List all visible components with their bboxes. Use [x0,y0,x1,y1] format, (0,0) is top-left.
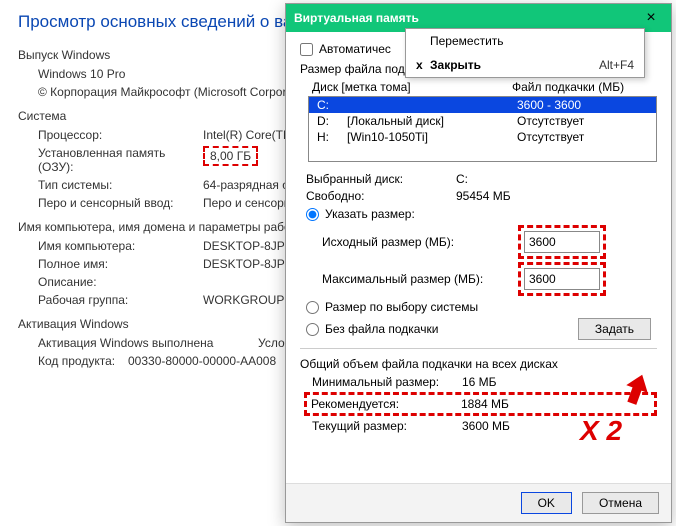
ram-value: 8,00 ГБ [203,146,258,174]
max-size-input[interactable] [524,268,600,290]
systype-label: Тип системы: [38,178,203,192]
disk-list[interactable]: C:3600 - 3600 D:[Локальный диск]Отсутств… [308,96,657,162]
cancel-button[interactable]: Отмена [582,492,659,514]
cname-label: Имя компьютера: [38,239,203,253]
list-item[interactable]: H:[Win10-1050Ti]Отсутствует [309,129,656,145]
window-system-menu[interactable]: Переместить xЗакрытьAlt+F4 [405,28,645,78]
selected-disk-label: Выбранный диск: [306,172,456,186]
wg-value: WORKGROUP [203,293,284,307]
free-label: Свободно: [306,189,456,203]
radio-no-pagefile-label: Без файла подкачки [325,322,438,336]
ok-button[interactable]: OK [521,492,572,514]
min-label: Минимальный размер: [312,375,462,389]
row-initial-size: Исходный размер (МБ): [322,225,657,259]
rec-label: Рекомендуется: [311,397,461,411]
row-min-size: Минимальный размер:16 МБ [312,375,657,389]
radio-system-managed[interactable] [306,301,319,314]
radio-no-pagefile-row: Без файла подкачки [306,322,578,336]
list-item[interactable]: C:3600 - 3600 [309,97,656,113]
pid-label: Код продукта: [38,354,128,368]
ram-highlight: 8,00 ГБ [203,146,258,166]
close-icon: x [416,58,430,72]
activation-status: Активация Windows выполнена [38,336,258,350]
cur-label: Текущий размер: [312,419,462,433]
radio-custom-size-row: Указать размер: [306,207,657,221]
initial-size-highlight [518,225,606,259]
row-max-size: Максимальный размер (МБ): [322,262,657,296]
list-item[interactable]: D:[Локальный диск]Отсутствует [309,113,656,129]
pen-label: Перо и сенсорный ввод: [38,196,203,210]
initial-size-label: Исходный размер (МБ): [322,235,518,249]
radio-system-managed-label: Размер по выбору системы [325,300,478,314]
recommended-highlight: Рекомендуется:1884 МБ [304,392,657,416]
min-value: 16 МБ [462,375,497,389]
annotation-arrow-icon [618,370,656,408]
cur-value: 3600 МБ [462,419,510,433]
row-free-space: Свободно:95454 МБ [306,189,657,203]
auto-manage-label: Автоматичес [319,42,391,56]
total-size-label: Общий объем файла подкачки на всех диска… [300,357,657,371]
radio-custom-size[interactable] [306,208,319,221]
col-disk: Диск [метка тома] [312,80,512,94]
menu-item-close[interactable]: xЗакрытьAlt+F4 [406,53,644,77]
divider [300,348,657,349]
rec-value: 1884 МБ [461,397,509,411]
menu-item-move[interactable]: Переместить [406,29,644,53]
shortcut-label: Alt+F4 [599,58,634,72]
selected-disk-value: C: [456,172,468,186]
close-icon[interactable]: × [631,9,671,27]
set-button[interactable]: Задать [578,318,651,340]
initial-size-input[interactable] [524,231,600,253]
dialog-title: Виртуальная память [294,11,631,25]
disk-list-header: Диск [метка тома] Файл подкачки (МБ) [312,80,657,94]
annotation-x2-label: X 2 [580,415,622,447]
desc-label: Описание: [38,275,203,289]
radio-no-pagefile[interactable] [306,323,319,336]
radio-system-managed-row: Размер по выбору системы [306,300,657,314]
fname-label: Полное имя: [38,257,203,271]
row-selected-disk: Выбранный диск:C: [306,172,657,186]
wg-label: Рабочая группа: [38,293,203,307]
pid-value: 00330-80000-00000-AA008 [128,354,276,368]
processor-label: Процессор: [38,128,203,142]
col-pagefile: Файл подкачки (МБ) [512,80,624,94]
max-size-label: Максимальный размер (МБ): [322,272,518,286]
radio-custom-size-label: Указать размер: [325,207,415,221]
max-size-highlight [518,262,606,296]
ram-label: Установленная память (ОЗУ): [38,146,203,174]
free-value: 95454 МБ [456,189,511,203]
auto-manage-checkbox[interactable] [300,43,313,56]
dialog-button-bar: OK Отмена [286,483,671,522]
